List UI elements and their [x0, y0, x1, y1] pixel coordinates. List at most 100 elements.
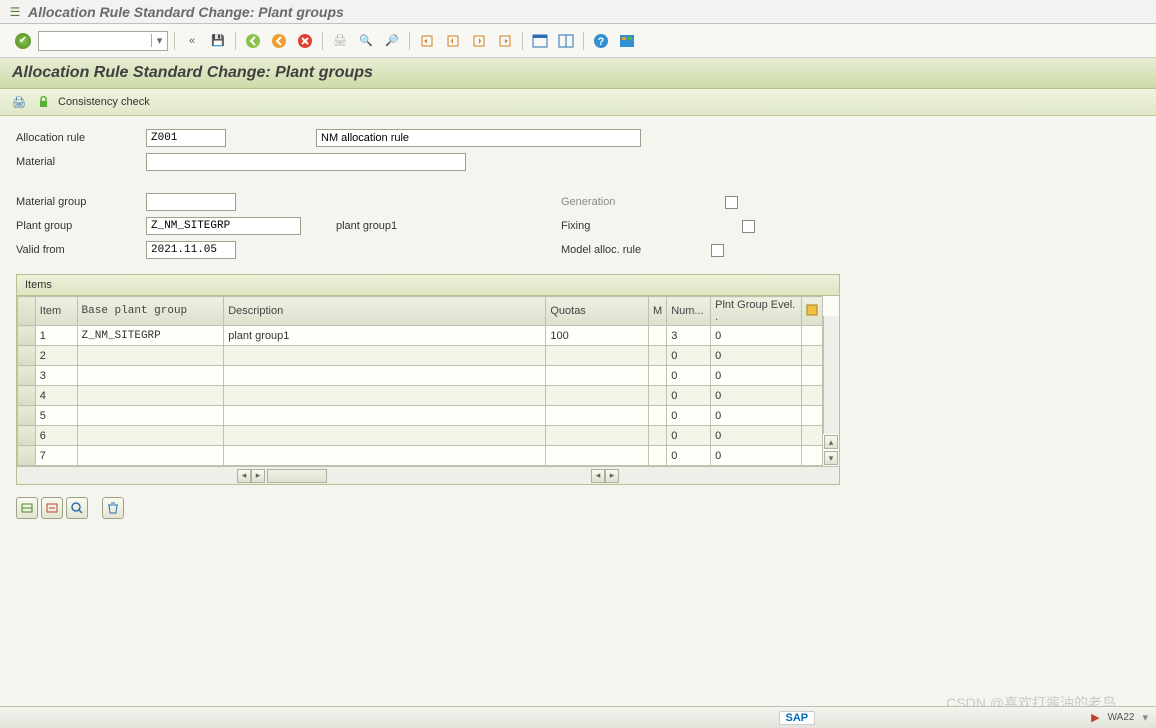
help-icon[interactable]: ?	[590, 30, 612, 52]
scroll-thumb[interactable]	[267, 469, 327, 483]
cell-base-plant-group[interactable]	[77, 366, 224, 386]
row-selector[interactable]	[18, 386, 36, 406]
cell-quotas[interactable]: 100	[546, 326, 649, 346]
cell-pge[interactable]: 0	[711, 346, 802, 366]
triangle-icon[interactable]: ▶	[1091, 711, 1099, 724]
cell-m[interactable]	[649, 446, 667, 466]
allocation-rule-input[interactable]	[146, 129, 226, 147]
cell-pge[interactable]: 0	[711, 326, 802, 346]
prev-page-icon[interactable]	[442, 30, 464, 52]
cell-m[interactable]	[649, 366, 667, 386]
cell-base-plant-group[interactable]	[77, 426, 224, 446]
command-field[interactable]: ▾	[38, 31, 168, 51]
cell-quotas[interactable]	[546, 366, 649, 386]
model-alloc-rule-checkbox[interactable]	[711, 244, 724, 257]
customize-icon[interactable]	[616, 30, 638, 52]
first-page-icon[interactable]	[416, 30, 438, 52]
scroll-down-icon[interactable]: ▾	[824, 451, 838, 465]
back-chevron-icon[interactable]: «	[181, 30, 203, 52]
print-preview-icon[interactable]: 🖨	[10, 94, 28, 110]
cell-quotas[interactable]	[546, 406, 649, 426]
fixing-checkbox[interactable]	[742, 220, 755, 233]
save-icon[interactable]: 💾	[207, 30, 229, 52]
table-row[interactable]: 2 00	[18, 346, 823, 366]
cell-m[interactable]	[649, 406, 667, 426]
find-next-icon[interactable]: 🔎	[381, 30, 403, 52]
cell-num[interactable]: 3	[667, 326, 711, 346]
cell-item[interactable]: 5	[35, 406, 77, 426]
next-page-icon[interactable]	[468, 30, 490, 52]
col-plnt-group-evel[interactable]: Plnt Group Evel. .	[711, 297, 802, 326]
col-description[interactable]: Description	[224, 297, 546, 326]
cell-item[interactable]: 2	[35, 346, 77, 366]
enter-button[interactable]: ✔	[12, 30, 34, 52]
cell-pge[interactable]: 0	[711, 366, 802, 386]
scroll-right-icon[interactable]: ▸	[251, 469, 265, 483]
table-row[interactable]: 300	[18, 366, 823, 386]
cell-item[interactable]: 3	[35, 366, 77, 386]
dropdown-icon[interactable]: ▾	[151, 34, 167, 47]
scroll-right2-icon[interactable]: ▸	[605, 469, 619, 483]
cell-item[interactable]: 4	[35, 386, 77, 406]
cell-pge[interactable]: 0	[711, 446, 802, 466]
consistency-check-label[interactable]: Consistency check	[58, 96, 150, 108]
cell-description[interactable]	[224, 366, 546, 386]
col-quotas[interactable]: Quotas	[546, 297, 649, 326]
print-icon[interactable]: 🖨	[329, 30, 351, 52]
col-item[interactable]: Item	[35, 297, 77, 326]
cell-num[interactable]: 0	[667, 426, 711, 446]
cell-description[interactable]	[224, 346, 546, 366]
insert-row-button[interactable]	[16, 497, 38, 519]
table-row[interactable]: 1Z_NM_SITEGRPplant group1100 30	[18, 326, 823, 346]
scroll-left2-icon[interactable]: ◂	[591, 469, 605, 483]
cell-pge[interactable]: 0	[711, 426, 802, 446]
cell-base-plant-group[interactable]	[77, 446, 224, 466]
cancel-icon[interactable]	[294, 30, 316, 52]
table-row[interactable]: 4 00	[18, 386, 823, 406]
cell-item[interactable]: 1	[35, 326, 77, 346]
table-row[interactable]: 7 00	[18, 446, 823, 466]
cell-description[interactable]: plant group1	[224, 326, 546, 346]
cell-description[interactable]	[224, 426, 546, 446]
material-group-input[interactable]	[146, 193, 236, 211]
cell-description[interactable]	[224, 446, 546, 466]
select-all-corner[interactable]	[18, 297, 36, 326]
row-selector[interactable]	[18, 346, 36, 366]
cell-base-plant-group[interactable]: Z_NM_SITEGRP	[77, 326, 224, 346]
cell-quotas[interactable]	[546, 346, 649, 366]
cell-pge[interactable]: 0	[711, 406, 802, 426]
delete-row-button[interactable]	[41, 497, 63, 519]
dropdown-icon[interactable]: ▾	[1142, 711, 1148, 724]
material-input[interactable]	[146, 153, 466, 171]
valid-from-input[interactable]	[146, 241, 236, 259]
last-page-icon[interactable]	[494, 30, 516, 52]
cell-item[interactable]: 7	[35, 446, 77, 466]
cell-m[interactable]	[649, 346, 667, 366]
cell-m[interactable]	[649, 326, 667, 346]
cell-num[interactable]: 0	[667, 346, 711, 366]
row-selector[interactable]	[18, 446, 36, 466]
cell-m[interactable]	[649, 386, 667, 406]
cell-pge[interactable]: 0	[711, 386, 802, 406]
back-icon[interactable]	[242, 30, 264, 52]
cell-base-plant-group[interactable]	[77, 346, 224, 366]
check-lock-icon[interactable]	[34, 94, 52, 110]
trash-button[interactable]	[102, 497, 124, 519]
row-selector[interactable]	[18, 426, 36, 446]
col-base-plant-group[interactable]: Base plant group	[77, 297, 224, 326]
cell-num[interactable]: 0	[667, 386, 711, 406]
col-m[interactable]: M	[649, 297, 667, 326]
col-num[interactable]: Num...	[667, 297, 711, 326]
grid-horizontal-scrollbar[interactable]: ◂ ▸ ◂ ▸	[17, 466, 839, 484]
app-menu-icon[interactable]: ☰	[8, 5, 22, 19]
layout-icon[interactable]	[555, 30, 577, 52]
cell-base-plant-group[interactable]	[77, 406, 224, 426]
cell-quotas[interactable]	[546, 426, 649, 446]
row-selector[interactable]	[18, 366, 36, 386]
table-row[interactable]: 600	[18, 426, 823, 446]
table-row[interactable]: 500	[18, 406, 823, 426]
cell-num[interactable]: 0	[667, 446, 711, 466]
find-icon[interactable]: 🔍	[355, 30, 377, 52]
grid-vertical-scrollbar[interactable]: ▴ ▾	[823, 296, 839, 466]
col-settings-icon[interactable]	[801, 297, 822, 326]
